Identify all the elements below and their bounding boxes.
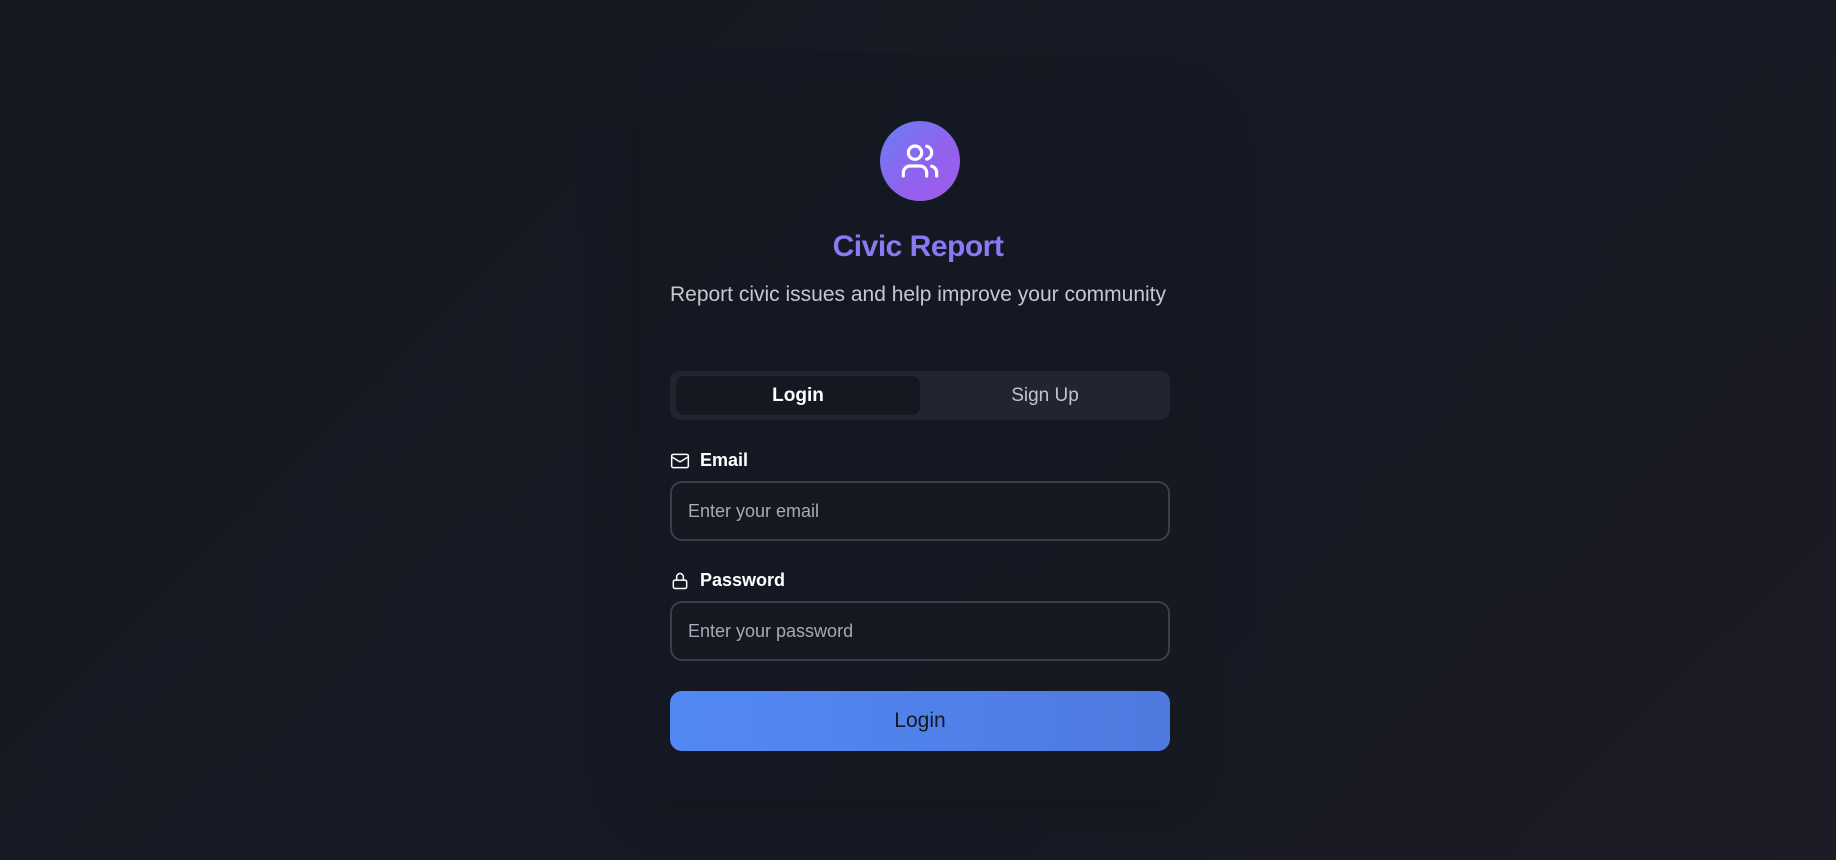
password-label: Password — [700, 570, 786, 590]
app-title: Civic Report — [0, 230, 1836, 264]
mail-icon — [670, 453, 690, 468]
app-subtitle: Report civic issues and help improve you… — [669, 283, 1167, 306]
email-label-row: Email — [670, 450, 748, 471]
users-icon — [901, 144, 939, 178]
email-field[interactable] — [670, 481, 1170, 541]
login-button[interactable]: Login — [670, 691, 1170, 751]
tab-login[interactable]: Login — [676, 376, 920, 415]
app-logo — [880, 121, 960, 201]
tab-sign-up[interactable]: Sign Up — [926, 376, 1164, 415]
auth-tabs: Login Sign Up — [670, 371, 1170, 420]
password-field[interactable] — [670, 601, 1170, 661]
email-label: Email — [700, 450, 749, 470]
password-label-row: Password — [670, 570, 785, 591]
lock-icon — [672, 572, 688, 589]
